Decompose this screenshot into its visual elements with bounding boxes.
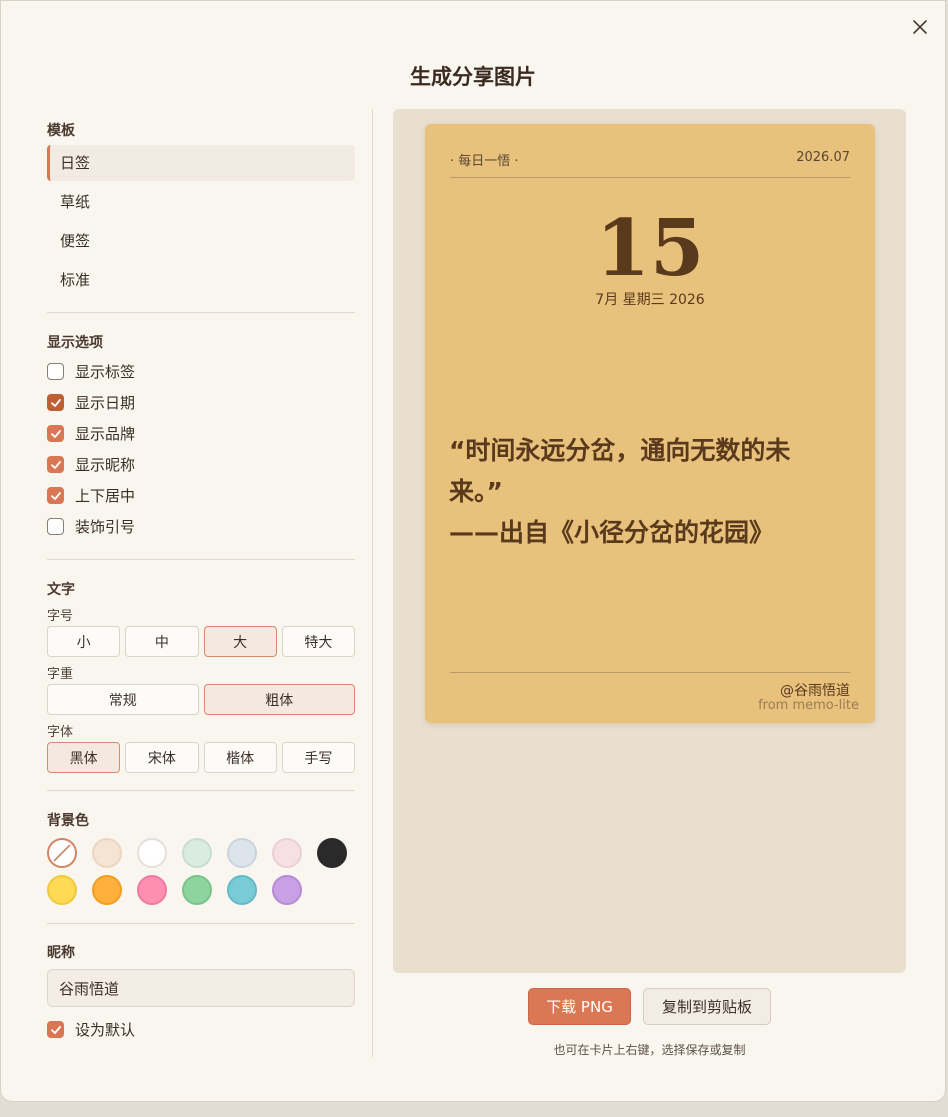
option-decorative-quotes[interactable]: 装饰引号 — [47, 511, 355, 542]
template-item-standard[interactable]: 标准 — [47, 262, 355, 298]
font-handwriting-button[interactable]: 手写 — [281, 742, 355, 773]
divider — [47, 923, 355, 924]
preview-area: · 每日一悟 · 2026.07 15 7月 星期三 2026 “时间永远分岔，… — [393, 109, 906, 973]
font-weight-regular-button[interactable]: 常规 — [47, 684, 199, 715]
checkbox-checked[interactable] — [47, 456, 64, 473]
option-label: 设为默认 — [75, 1021, 136, 1039]
swatch-color[interactable] — [227, 875, 257, 905]
quote-line: 来。” — [449, 477, 503, 506]
font-family-label: 字体 — [47, 725, 74, 740]
checkbox-checked[interactable] — [47, 487, 64, 504]
font-size-label: 字号 — [47, 609, 74, 624]
font-size-selector: 小 中 大 特大 — [47, 626, 355, 657]
font-weight-selector: 常规 粗体 — [47, 684, 355, 715]
quote-source: ——出自《小径分岔的花园》 — [449, 518, 775, 547]
divider — [47, 312, 355, 313]
font-weight-label: 字重 — [47, 667, 74, 682]
checkmark-icon — [50, 1025, 61, 1034]
card-day-number: 15 — [595, 203, 705, 294]
download-png-button[interactable]: 下载 PNG — [528, 988, 631, 1025]
swatch-color[interactable] — [317, 838, 347, 868]
copy-to-clipboard-button[interactable]: 复制到剪贴板 — [643, 988, 771, 1025]
template-section-title: 模板 — [47, 123, 75, 139]
option-label: 显示昵称 — [75, 456, 136, 474]
hint-text: 也可在卡片上右键，选择保存或复制 — [553, 1043, 746, 1057]
options-panel: 模板 日签 草纸 便签 标准 显示选项 显示标签 显示日期 显示品牌 显示昵称 … — [47, 119, 355, 1045]
checkmark-icon — [50, 460, 61, 469]
card-header-left: · 每日一悟 · — [450, 154, 519, 169]
divider — [47, 790, 355, 791]
card-author: @谷雨悟道 — [780, 683, 850, 699]
swatch-color[interactable] — [137, 875, 167, 905]
option-label: 显示标签 — [75, 363, 136, 381]
template-item-daily[interactable]: 日签 — [47, 145, 355, 181]
close-icon — [913, 20, 927, 34]
option-label: 显示品牌 — [75, 425, 136, 443]
checkmark-icon — [50, 429, 61, 438]
font-size-small-button[interactable]: 小 — [47, 626, 121, 657]
option-show-brand[interactable]: 显示品牌 — [47, 418, 355, 449]
checkbox-checked[interactable] — [47, 394, 64, 411]
font-size-xlarge-button[interactable]: 特大 — [281, 626, 355, 657]
option-show-date[interactable]: 显示日期 — [47, 387, 355, 418]
swatch-color[interactable] — [182, 875, 212, 905]
font-family-selector: 黑体 宋体 楷体 手写 — [47, 742, 355, 773]
card-header-date: 2026.07 — [796, 150, 850, 165]
background-swatches — [47, 838, 355, 905]
swatch-color[interactable] — [227, 838, 257, 868]
display-options-list: 显示标签 显示日期 显示品牌 显示昵称 上下居中 装饰引号 — [47, 356, 355, 542]
divider — [47, 559, 355, 560]
quote-line: “时间永远分岔，通向无数的未 — [449, 436, 791, 465]
checkbox-unchecked[interactable] — [47, 518, 64, 535]
card-quote: “时间永远分岔，通向无数的未 来。” ——出自《小径分岔的花园》 — [449, 430, 853, 553]
share-card-preview[interactable]: · 每日一悟 · 2026.07 15 7月 星期三 2026 “时间永远分岔，… — [425, 124, 875, 723]
swatch-color[interactable] — [272, 875, 302, 905]
font-heiti-button[interactable]: 黑体 — [47, 742, 121, 773]
option-vertical-center[interactable]: 上下居中 — [47, 480, 355, 511]
dialog-title: 生成分享图片 — [410, 65, 536, 89]
share-image-dialog: 生成分享图片 模板 日签 草纸 便签 标准 显示选项 显示标签 显示日期 显示品… — [0, 0, 946, 1102]
swatch-color[interactable] — [47, 875, 77, 905]
checkbox-checked[interactable] — [47, 1021, 64, 1038]
option-label: 显示日期 — [75, 394, 136, 412]
card-header: · 每日一悟 · 2026.07 — [450, 150, 850, 169]
checkbox-unchecked[interactable] — [47, 363, 64, 380]
card-divider-top — [450, 177, 850, 178]
nickname-section-title: 昵称 — [47, 945, 75, 961]
swatch-none[interactable] — [47, 838, 77, 868]
no-color-icon — [53, 844, 71, 862]
text-section-title: 文字 — [47, 582, 75, 598]
action-buttons: 下载 PNG 复制到剪贴板 — [528, 988, 771, 1025]
swatch-color[interactable] — [272, 838, 302, 868]
template-item-note[interactable]: 便签 — [47, 223, 355, 259]
checkmark-icon — [50, 398, 61, 407]
template-item-draft[interactable]: 草纸 — [47, 184, 355, 220]
swatch-color[interactable] — [137, 838, 167, 868]
card-brand: from memo-lite — [758, 698, 859, 713]
close-button[interactable] — [907, 14, 933, 40]
swatch-color[interactable] — [92, 838, 122, 868]
swatch-color[interactable] — [182, 838, 212, 868]
panel-divider — [372, 109, 373, 1057]
checkbox-checked[interactable] — [47, 425, 64, 442]
option-show-nickname[interactable]: 显示昵称 — [47, 449, 355, 480]
option-label: 装饰引号 — [75, 518, 136, 536]
card-divider-bottom — [450, 672, 850, 673]
nickname-input[interactable] — [47, 969, 355, 1007]
card-date-line: 7月 星期三 2026 — [595, 292, 705, 308]
font-size-medium-button[interactable]: 中 — [125, 626, 199, 657]
background-section-title: 背景色 — [47, 813, 89, 829]
option-label: 上下居中 — [75, 487, 136, 505]
template-list: 日签 草纸 便签 标准 — [47, 145, 355, 298]
font-kaiti-button[interactable]: 楷体 — [203, 742, 277, 773]
font-weight-bold-button[interactable]: 粗体 — [203, 684, 355, 715]
font-songti-button[interactable]: 宋体 — [125, 742, 199, 773]
option-set-default[interactable]: 设为默认 — [47, 1014, 355, 1045]
display-options-section-title: 显示选项 — [47, 335, 103, 351]
checkmark-icon — [50, 491, 61, 500]
option-show-tags[interactable]: 显示标签 — [47, 356, 355, 387]
font-size-large-button[interactable]: 大 — [203, 626, 277, 657]
swatch-color[interactable] — [92, 875, 122, 905]
